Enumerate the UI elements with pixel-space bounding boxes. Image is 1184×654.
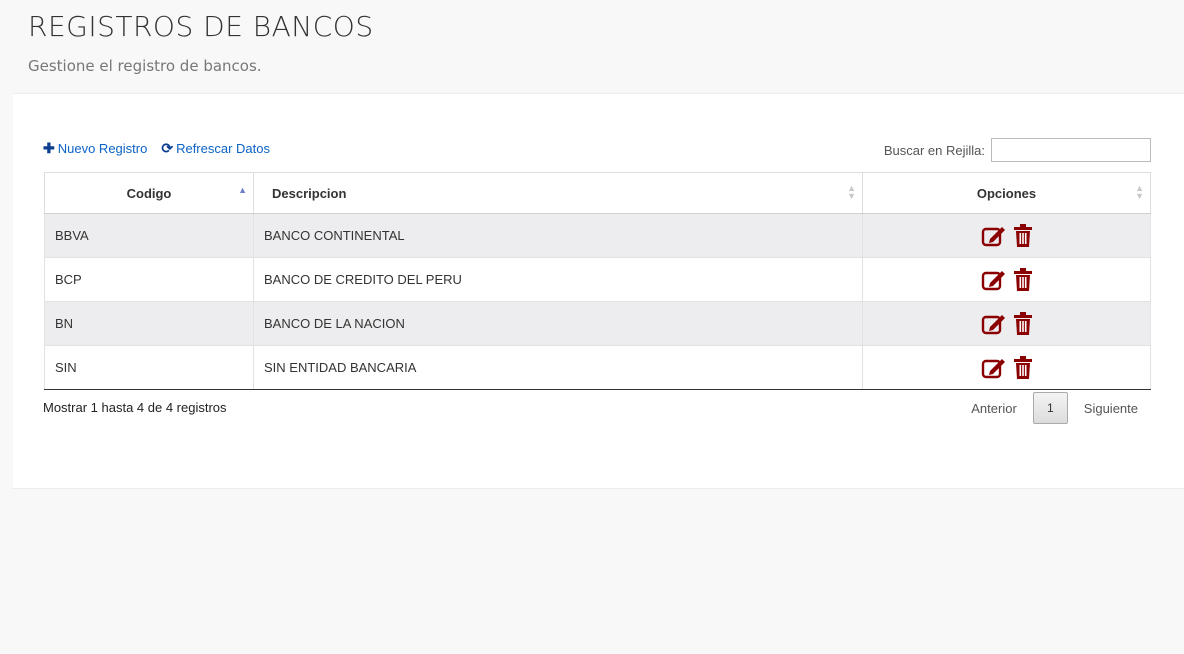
sort-icon: ▲ ▼ — [847, 183, 856, 201]
plus-icon: ✚ — [43, 140, 55, 156]
cell-codigo: BN — [44, 301, 254, 346]
previous-page-button[interactable]: Anterior — [971, 401, 1017, 416]
search-input[interactable] — [991, 138, 1151, 162]
trash-icon[interactable] — [1013, 223, 1033, 248]
banks-table: Codigo ▲ Descripcion ▲ ▼ Opciones ▲ ▼ BBVA… — [44, 172, 1151, 390]
cell-descripcion: BANCO DE LA NACION — [253, 301, 863, 346]
sort-asc-icon: ▲ — [238, 185, 247, 195]
cell-opciones — [862, 301, 1151, 346]
column-header-codigo[interactable]: Codigo ▲ — [44, 172, 254, 214]
cell-codigo: BCP — [44, 257, 254, 302]
edit-icon[interactable] — [981, 268, 1007, 292]
column-header-opciones[interactable]: Opciones ▲ ▼ — [862, 172, 1151, 214]
table-row: BCP BANCO DE CREDITO DEL PERU — [44, 257, 1151, 302]
new-record-label: Nuevo Registro — [57, 141, 148, 156]
page-title: REGISTROS DE BANCOS — [28, 10, 374, 43]
cell-opciones — [862, 257, 1151, 302]
table-row: SIN SIN ENTIDAD BANCARIA — [44, 345, 1151, 390]
refresh-icon: ⟳ — [161, 140, 174, 156]
pagination: Anterior 1 Siguiente — [971, 392, 1138, 424]
refresh-data-label: Refrescar Datos — [176, 141, 270, 156]
cell-descripcion: SIN ENTIDAD BANCARIA — [253, 345, 863, 390]
trash-icon[interactable] — [1013, 355, 1033, 380]
toolbar: ✚ Nuevo Registro ⟳ Refrescar Datos — [43, 140, 270, 157]
cell-descripcion: BANCO DE CREDITO DEL PERU — [253, 257, 863, 302]
cell-codigo: BBVA — [44, 213, 254, 258]
cell-opciones — [862, 213, 1151, 258]
column-label-codigo: Codigo — [126, 185, 172, 201]
column-label-opciones: Opciones — [976, 185, 1037, 201]
page-header: REGISTROS DE BANCOS Gestione el registro… — [28, 10, 374, 76]
column-header-descripcion[interactable]: Descripcion ▲ ▼ — [253, 172, 863, 214]
edit-icon[interactable] — [981, 356, 1007, 380]
trash-icon[interactable] — [1013, 267, 1033, 292]
table-row: BN BANCO DE LA NACION — [44, 301, 1151, 346]
refresh-data-link[interactable]: ⟳ Refrescar Datos — [161, 140, 270, 157]
next-page-button[interactable]: Siguiente — [1084, 401, 1138, 416]
search-box: Buscar en Rejilla: — [884, 138, 1151, 162]
page-number-button[interactable]: 1 — [1032, 392, 1068, 424]
edit-icon[interactable] — [981, 224, 1007, 248]
cell-descripcion: BANCO CONTINENTAL — [253, 213, 863, 258]
edit-icon[interactable] — [981, 312, 1007, 336]
sort-icon: ▲ ▼ — [1135, 183, 1144, 201]
trash-icon[interactable] — [1013, 311, 1033, 336]
new-record-link[interactable]: ✚ Nuevo Registro — [43, 140, 147, 157]
content-panel: ✚ Nuevo Registro ⟳ Refrescar Datos Busca… — [13, 93, 1184, 489]
cell-codigo: SIN — [44, 345, 254, 390]
table-header-row: Codigo ▲ Descripcion ▲ ▼ Opciones ▲ ▼ — [44, 172, 1151, 214]
search-label: Buscar en Rejilla: — [883, 142, 985, 158]
table-row: BBVA BANCO CONTINENTAL — [44, 213, 1151, 258]
cell-opciones — [862, 345, 1151, 390]
column-label-descripcion: Descripcion — [272, 185, 347, 201]
table-info: Mostrar 1 hasta 4 de 4 registros — [43, 400, 227, 415]
page-subtitle: Gestione el registro de bancos. — [28, 57, 262, 75]
